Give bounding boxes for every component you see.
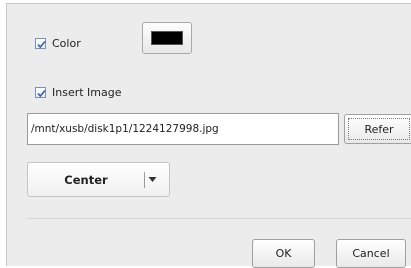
color-option-row: Color xyxy=(35,37,81,50)
checkmark-icon xyxy=(37,89,46,98)
divider xyxy=(27,218,411,219)
cancel-button-label: Cancel xyxy=(352,247,390,260)
image-path-value: /mnt/xusb/disk1p1/1224127998.jpg xyxy=(31,123,219,135)
ok-button-label: OK xyxy=(275,247,292,260)
cancel-button[interactable]: Cancel xyxy=(336,239,406,268)
checkmark-icon xyxy=(37,40,46,49)
color-picker-button[interactable] xyxy=(142,22,192,54)
color-label: Color xyxy=(52,37,81,50)
insert-image-option-row: Insert Image xyxy=(35,86,122,99)
chevron-down-icon xyxy=(148,177,157,182)
refer-button[interactable]: Refer xyxy=(344,114,411,144)
image-path-input[interactable]: /mnt/xusb/disk1p1/1224127998.jpg xyxy=(27,113,339,145)
ok-button[interactable]: OK xyxy=(252,239,315,268)
alignment-selected-value: Center xyxy=(64,172,108,187)
refer-button-label: Refer xyxy=(364,122,394,136)
insert-image-checkbox[interactable] xyxy=(35,87,46,98)
alignment-dropdown[interactable]: Center xyxy=(27,162,170,197)
dropdown-separator xyxy=(144,172,145,188)
refer-focus-ring: Refer xyxy=(348,118,410,140)
insert-image-label: Insert Image xyxy=(52,86,122,99)
color-checkbox[interactable] xyxy=(35,38,46,49)
color-swatch xyxy=(151,31,183,45)
